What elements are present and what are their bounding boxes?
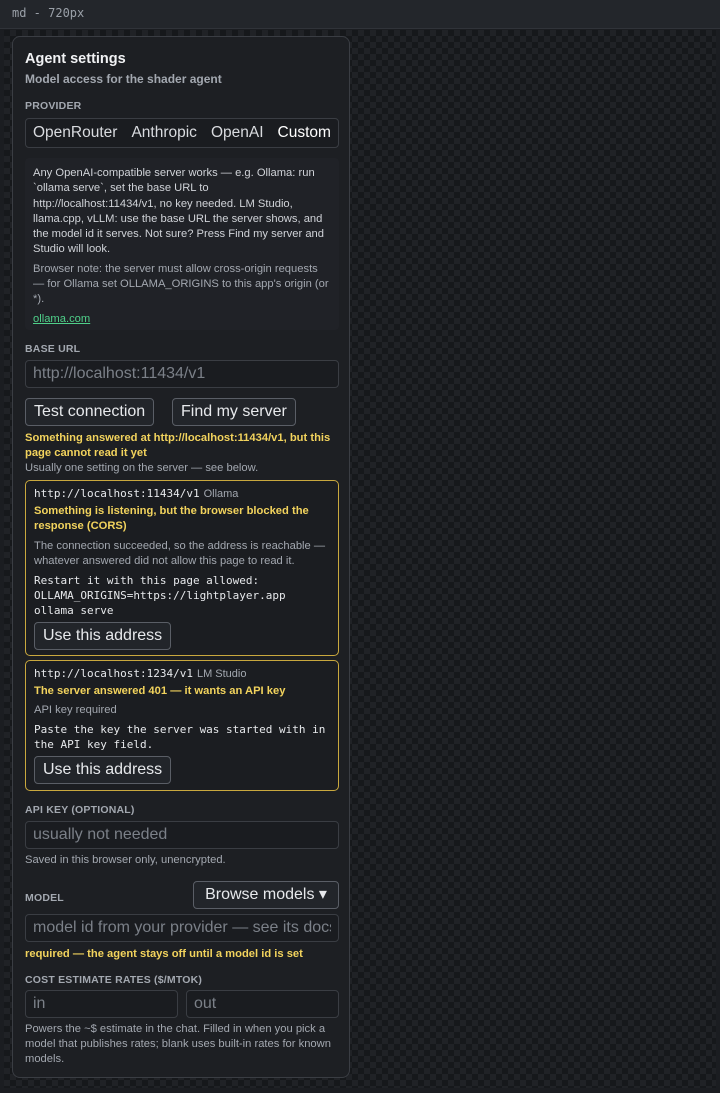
connection-status-title: Something answered at http://localhost:1… [25,432,331,459]
agent-settings-panel: Agent settings Model access for the shad… [12,36,350,1078]
browse-models-button[interactable]: Browse models ▾ [193,881,339,909]
viewport-bar: md - 720px [0,0,720,29]
test-connection-button[interactable]: Test connection [25,398,155,426]
server-detail: The connection succeeded, so the address… [34,540,326,567]
api-key-hint: Saved in this browser only, unencrypted. [25,854,226,866]
connection-status-hint: Usually one setting on the server — see … [25,462,259,474]
provider-label: PROVIDER [25,100,82,112]
server-card-header: http://localhost:1234/v1 LM Studio [34,667,330,680]
cost-hint: Powers the ~$ estimate in the chat. Fill… [25,1023,331,1065]
model-warning: required — the agent stays off until a m… [25,948,303,960]
base-url-input[interactable] [25,360,339,388]
viewport-label: md - 720px [12,6,85,20]
server-instructions: Restart it with this page allowed: OLLAM… [34,574,286,617]
api-key-input[interactable] [25,821,339,849]
info-note: Browser note: the server must allow cros… [33,262,329,306]
model-label: MODEL [25,892,64,904]
provider-info: Any OpenAI-compatible server works — e.g… [25,158,339,330]
server-card-ollama: http://localhost:11434/v1 Ollama Somethin… [25,480,339,656]
find-server-button[interactable]: Find my server [172,398,296,426]
info-body: Any OpenAI-compatible server works — e.g… [33,167,324,256]
server-status: The server answered 401 — it wants an AP… [34,685,286,697]
server-status: Something is listening, but the browser … [34,505,309,532]
server-address: http://localhost:1234/v1 [34,667,193,680]
api-key-label: API KEY (OPTIONAL) [25,804,135,816]
tab-openrouter[interactable]: OpenRouter [26,119,124,147]
panel-subtitle: Model access for the shader agent [25,72,222,86]
server-name: LM Studio [196,668,247,680]
model-input[interactable] [25,914,339,942]
ollama-link[interactable]: ollama.com [33,313,90,325]
provider-tabs: OpenRouter Anthropic OpenAI Custom [25,118,339,148]
server-card-header: http://localhost:11434/v1 Ollama [34,487,330,500]
tab-anthropic[interactable]: Anthropic [124,119,203,147]
cost-in-input[interactable] [25,990,178,1018]
cost-label: COST ESTIMATE RATES ($/MTOK) [25,974,203,986]
base-url-label: BASE URL [25,343,81,355]
server-detail: API key required [34,704,117,716]
use-address-button[interactable]: Use this address [34,756,172,784]
tab-custom[interactable]: Custom [271,119,338,147]
server-name: Ollama [203,488,239,500]
panel-title: Agent settings [25,51,126,67]
server-address: http://localhost:11434/v1 [34,487,200,500]
use-address-button[interactable]: Use this address [34,622,172,650]
server-card-lmstudio: http://localhost:1234/v1 LM Studio The se… [25,660,339,791]
cost-out-input[interactable] [186,990,339,1018]
tab-openai[interactable]: OpenAI [204,119,271,147]
server-instructions: Paste the key the server was started wit… [34,723,326,751]
